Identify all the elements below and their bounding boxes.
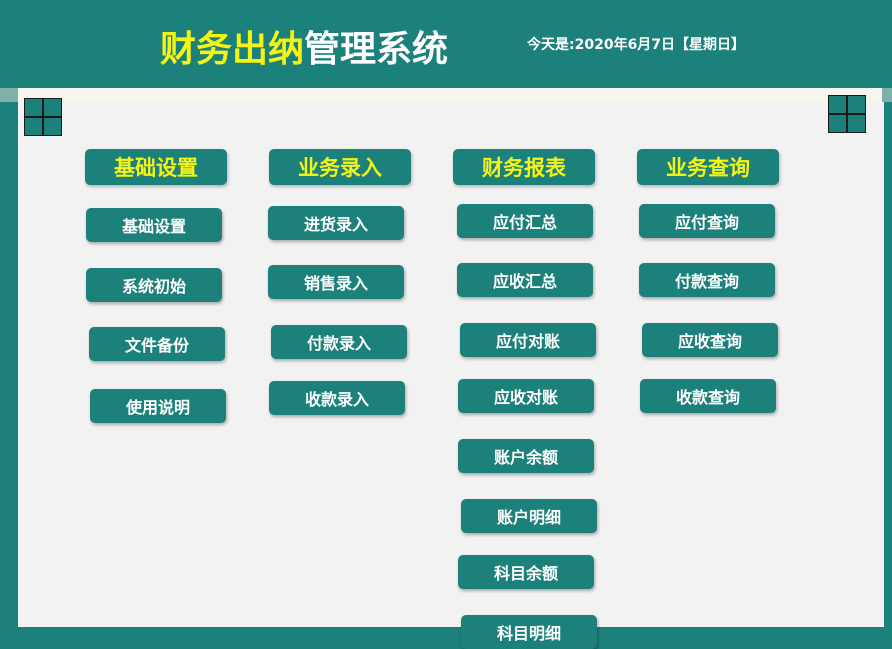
purchase-entry-button[interactable]: 进货录入 bbox=[268, 206, 404, 240]
payable-query-button[interactable]: 应付查询 bbox=[639, 204, 775, 238]
payable-reconcile-button[interactable]: 应付对账 bbox=[460, 323, 596, 357]
account-detail-button[interactable]: 账户明细 bbox=[461, 499, 597, 533]
basic-settings-button[interactable]: 基础设置 bbox=[86, 208, 222, 242]
app-title-part1: 财务出纳 bbox=[160, 29, 305, 70]
column-header-business-query[interactable]: 业务查询 bbox=[637, 149, 779, 185]
account-balance-button[interactable]: 账户余额 bbox=[458, 439, 594, 473]
app-title: 财务出纳管理系统 bbox=[160, 20, 448, 72]
receipt-entry-button[interactable]: 收款录入 bbox=[269, 381, 405, 415]
column-header-basic-settings[interactable]: 基础设置 bbox=[85, 149, 227, 185]
payment-entry-button[interactable]: 付款录入 bbox=[271, 325, 407, 359]
column-header-business-entry[interactable]: 业务录入 bbox=[269, 149, 411, 185]
system-init-button[interactable]: 系统初始 bbox=[86, 268, 222, 302]
sales-entry-button[interactable]: 销售录入 bbox=[268, 265, 404, 299]
app-title-part2: 管理系统 bbox=[304, 29, 449, 70]
receivable-query-button[interactable]: 应收查询 bbox=[642, 323, 778, 357]
receivable-reconcile-button[interactable]: 应收对账 bbox=[458, 379, 594, 413]
column-header-financial-reports[interactable]: 财务报表 bbox=[453, 149, 595, 185]
receipt-query-button[interactable]: 收款查询 bbox=[640, 379, 776, 413]
app-header: 财务出纳管理系统 今天是:2020年6月7日【星期日】 bbox=[0, 0, 892, 88]
date-display: 今天是:2020年6月7日【星期日】 bbox=[527, 37, 746, 53]
divider-left-accent bbox=[0, 88, 18, 102]
file-backup-button[interactable]: 文件备份 bbox=[89, 327, 225, 361]
receivable-summary-button[interactable]: 应收汇总 bbox=[457, 263, 593, 297]
subject-detail-button[interactable]: 科目明细 bbox=[461, 615, 597, 649]
payable-summary-button[interactable]: 应付汇总 bbox=[457, 204, 593, 238]
user-guide-button[interactable]: 使用说明 bbox=[90, 389, 226, 423]
grid-icon[interactable] bbox=[24, 98, 62, 136]
subject-balance-button[interactable]: 科目余额 bbox=[458, 555, 594, 589]
payment-query-button[interactable]: 付款查询 bbox=[639, 263, 775, 297]
divider-right-accent bbox=[882, 88, 892, 102]
header-divider bbox=[0, 88, 892, 102]
grid-icon[interactable] bbox=[828, 95, 866, 133]
